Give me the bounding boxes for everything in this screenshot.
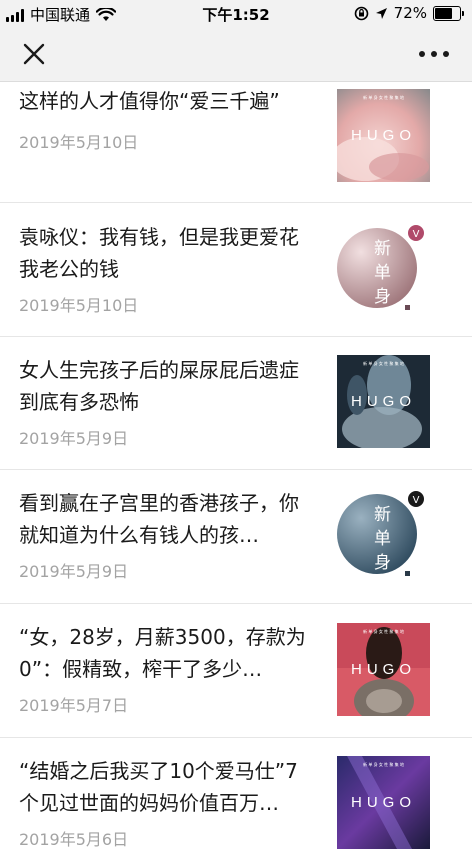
article-title: 袁咏仪：我有钱，但是我更爱花我老公的钱 [19, 225, 299, 281]
nav-bar [0, 26, 472, 82]
svg-text:身: 身 [374, 553, 391, 573]
status-right: 72% [354, 4, 464, 22]
svg-text:HUGO: HUGO [351, 127, 416, 144]
article-date: 2019年5月6日 [19, 830, 129, 849]
rotation-lock-icon [354, 6, 368, 20]
svg-text:单: 单 [374, 529, 391, 549]
close-icon[interactable] [18, 38, 50, 70]
svg-text:新 单 身 女 性 聚 集 地: 新 单 身 女 性 聚 集 地 [363, 360, 404, 366]
article-date: 2019年5月9日 [19, 562, 129, 581]
svg-text:单: 单 [374, 263, 391, 283]
svg-text:新 单 身 女 性 聚 集 地: 新 单 身 女 性 聚 集 地 [363, 94, 404, 100]
list-item[interactable]: 女人生完孩子后的屎尿屁后遗症到底有多恐怖 2019年5月9日 新 单 身 女 性… [0, 337, 472, 470]
list-item[interactable]: “结婚之后我买了10个爱马仕”7个见过世面的妈妈价值百万… 2019年5月6日 … [0, 738, 472, 849]
svg-text:V: V [413, 229, 420, 240]
article-thumbnail: 新 单 身 V [337, 487, 430, 580]
article-title: “女，28岁，月薪3500，存款为0”：假精致，榨干了多少… [19, 625, 306, 681]
article-title: 女人生完孩子后的屎尿屁后遗症到底有多恐怖 [19, 358, 299, 414]
article-list: 这样的人才值得你“爱三千遍” 2019年5月10日 新 单 身 女 性 聚 集 … [0, 82, 472, 849]
article-thumbnail: 新 单 身 V [337, 221, 430, 314]
article-date: 2019年5月10日 [19, 296, 139, 315]
svg-text:V: V [413, 495, 420, 506]
svg-text:新 单 身 女 性 聚 集 地: 新 单 身 女 性 聚 集 地 [363, 628, 404, 634]
article-title: 看到赢在子宫里的香港孩子，你就知道为什么有钱人的孩… [19, 491, 299, 547]
svg-text:新: 新 [374, 505, 391, 525]
list-item[interactable]: 袁咏仪：我有钱，但是我更爱花我老公的钱 2019年5月10日 新 单 身 V [0, 203, 472, 337]
svg-text:HUGO: HUGO [351, 661, 416, 678]
battery-icon [433, 5, 464, 21]
article-thumbnail: 新 单 身 女 性 聚 集 地 HUGO [337, 355, 430, 448]
article-title: 这样的人才值得你“爱三千遍” [19, 89, 280, 113]
article-thumbnail: 新 单 身 女 性 聚 集 地 HUGO [337, 623, 430, 716]
article-date: 2019年5月9日 [19, 429, 129, 448]
svg-text:新: 新 [374, 239, 391, 259]
article-date: 2019年5月10日 [19, 133, 139, 152]
list-item[interactable]: “女，28岁，月薪3500，存款为0”：假精致，榨干了多少… 2019年5月7日… [0, 604, 472, 738]
article-thumbnail: 新 单 身 女 性 聚 集 地 HUGO [337, 756, 430, 849]
svg-text:HUGO: HUGO [351, 794, 416, 811]
status-bar: 中国联通 下午1:52 72% [0, 0, 472, 26]
svg-text:HUGO: HUGO [351, 393, 416, 410]
article-date: 2019年5月7日 [19, 696, 129, 715]
svg-text:新 单 身 女 性 聚 集 地: 新 单 身 女 性 聚 集 地 [363, 761, 404, 767]
svg-text:身: 身 [374, 287, 391, 307]
list-item[interactable]: 看到赢在子宫里的香港孩子，你就知道为什么有钱人的孩… 2019年5月9日 新 单… [0, 470, 472, 604]
list-item[interactable]: 这样的人才值得你“爱三千遍” 2019年5月10日 新 单 身 女 性 聚 集 … [0, 82, 472, 203]
more-icon[interactable] [414, 38, 454, 70]
location-icon [375, 7, 387, 19]
article-title: “结婚之后我买了10个爱马仕”7个见过世面的妈妈价值百万… [19, 759, 298, 815]
battery-percent: 72% [393, 4, 427, 22]
article-thumbnail: 新 单 身 女 性 聚 集 地 HUGO [337, 89, 430, 182]
